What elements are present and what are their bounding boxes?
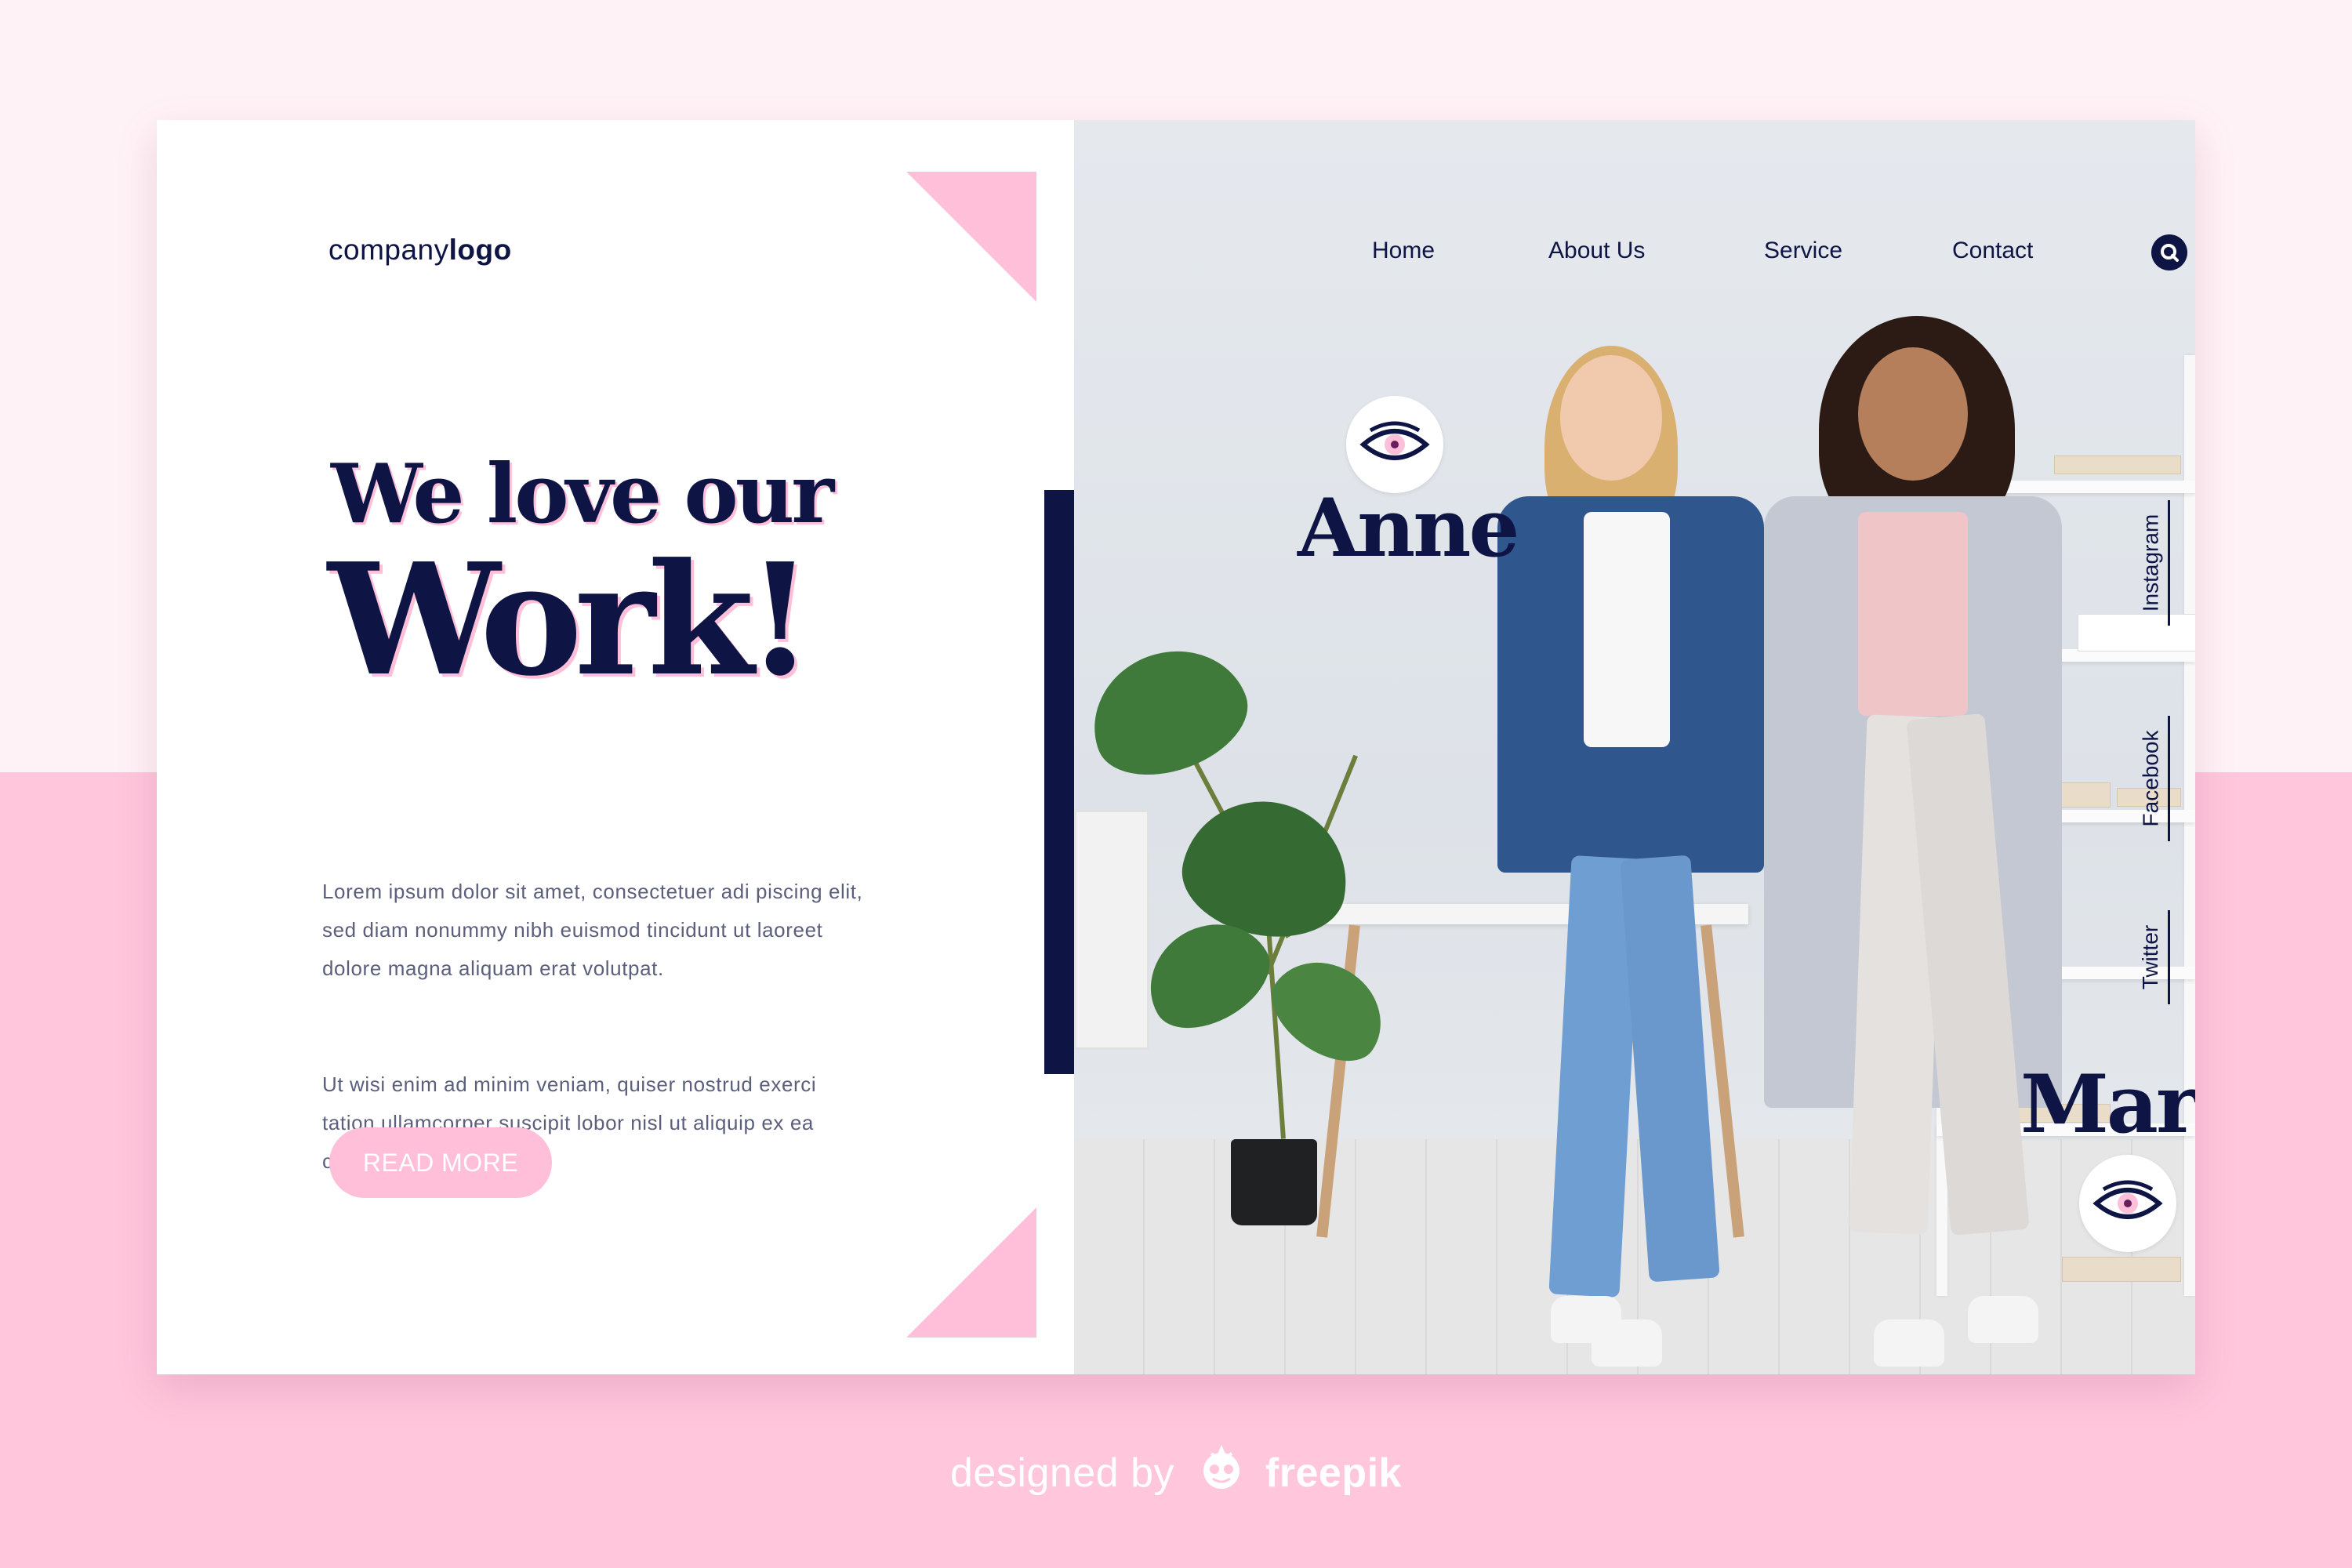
social-facebook-line <box>2168 716 2170 841</box>
anne-eye-badge[interactable] <box>1346 396 1443 493</box>
social-twitter-line <box>2168 910 2170 1004</box>
decor-triangle-top <box>906 172 1036 302</box>
social-facebook-label: Facebook <box>2138 730 2162 827</box>
logo-regular-text: company <box>328 234 449 266</box>
eye-icon <box>2092 1180 2163 1219</box>
search-icon <box>2161 244 2179 262</box>
left-panel: companylogo We love our Work! Lorem ipsu… <box>157 120 1074 1374</box>
nav-home[interactable]: Home <box>1372 238 1435 264</box>
decor-navy-bar <box>1044 490 1074 1074</box>
nav-service[interactable]: Service <box>1764 238 1842 264</box>
social-instagram-label: Instagram <box>2138 514 2162 612</box>
easel <box>1074 810 1149 1050</box>
social-facebook[interactable]: Facebook <box>2136 716 2170 841</box>
footer-credit: designed by freepik <box>0 1443 2352 1497</box>
landing-card: companylogo We love our Work! Lorem ipsu… <box>157 120 2195 1374</box>
social-twitter-label: Twitter <box>2138 924 2162 990</box>
footer-brand[interactable]: freepik <box>1265 1450 1402 1496</box>
hero-heading-line2: Work! <box>328 530 814 710</box>
decor-triangle-bottom <box>906 1207 1036 1338</box>
company-logo[interactable]: companylogo <box>328 234 512 267</box>
footer-prefix: designed by <box>950 1450 1174 1496</box>
search-button[interactable] <box>2151 234 2187 270</box>
hero-paragraph-1: Lorem ipsum dolor sit amet, consectetuer… <box>322 880 863 980</box>
hero-photo-panel: Home About Us Service Contact Anne Marie <box>1074 120 2195 1374</box>
anne-name: Anne <box>1298 481 1519 575</box>
marie-eye-badge[interactable] <box>2079 1155 2176 1252</box>
social-instagram-line <box>2168 500 2170 626</box>
eye-icon <box>1359 421 1430 460</box>
hero-heading-line1: We love our <box>331 445 834 542</box>
freepik-mascot-icon <box>1203 1444 1240 1489</box>
logo-bold-text: logo <box>448 234 512 266</box>
marie-name: Marie <box>2020 1058 2195 1152</box>
read-more-button[interactable]: READ MORE <box>329 1127 552 1198</box>
social-instagram[interactable]: Instagram <box>2136 500 2170 626</box>
nav-contact[interactable]: Contact <box>1952 238 2033 264</box>
nav-about-us[interactable]: About Us <box>1548 238 1645 264</box>
social-twitter[interactable]: Twitter <box>2136 910 2170 1004</box>
